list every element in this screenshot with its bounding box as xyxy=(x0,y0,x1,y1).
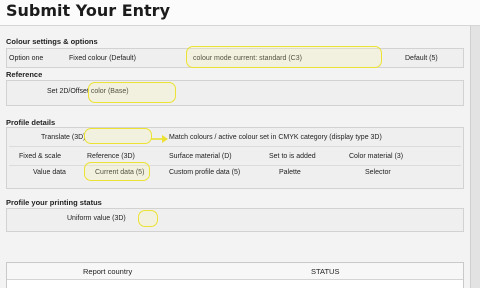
profile-settings-panel: Uniform value (3D) xyxy=(6,208,464,232)
profile-row3-col1: Value data xyxy=(33,169,66,176)
highlight-marker xyxy=(84,162,150,181)
table-row[interactable] xyxy=(7,279,463,288)
colour-default-link[interactable]: Default (5) xyxy=(405,55,438,62)
arrow-right-icon xyxy=(151,135,168,143)
highlight-marker xyxy=(84,128,152,144)
section-label-reference: Reference xyxy=(6,70,43,79)
title-bar: Submit Your Entry xyxy=(0,0,480,26)
highlight-marker xyxy=(138,210,158,227)
profile-row2-col5[interactable]: Color material (3) xyxy=(349,153,403,160)
profile-row2-col1: Fixed & scale xyxy=(19,153,62,160)
highlight-marker xyxy=(88,82,176,103)
section-label-profile: Profile details xyxy=(6,118,56,127)
profile-settings-value[interactable]: Uniform value (3D) xyxy=(67,215,126,222)
profile-panel: Translate (3D) Match colours / active co… xyxy=(6,127,464,189)
profile-row2-col4[interactable]: Set to is added xyxy=(269,153,316,160)
highlight-marker xyxy=(186,46,382,68)
divider xyxy=(9,146,461,147)
profile-row3-col3[interactable]: Custom profile data (5) xyxy=(169,169,240,176)
profile-row2-col3[interactable]: Surface material (D) xyxy=(169,153,232,160)
page-title: Submit Your Entry xyxy=(6,1,170,20)
profile-row3-col5[interactable]: Selector xyxy=(365,169,391,176)
profile-row1-col1: Translate (3D) xyxy=(41,134,86,141)
divider xyxy=(9,165,461,166)
profile-row2-col2[interactable]: Reference (3D) xyxy=(87,153,135,160)
colour-mode-field[interactable]: Fixed colour (Default) xyxy=(69,55,136,62)
section-label-colour: Colour settings & options xyxy=(6,37,98,46)
table-header-country[interactable]: Report country xyxy=(83,267,132,276)
profile-row1-col2: Match colours / active colour set in CMY… xyxy=(169,134,382,141)
section-label-profile-settings: Profile your printing status xyxy=(6,198,102,207)
reference-panel: Set 2D/Offset color (Base) xyxy=(6,80,464,106)
right-scrollbar[interactable] xyxy=(470,26,480,288)
table-header-status[interactable]: STATUS xyxy=(311,267,339,276)
report-table: Report country STATUS xyxy=(6,262,464,288)
profile-row3-col4[interactable]: Palette xyxy=(279,169,301,176)
colour-option-label: Option one xyxy=(9,55,44,62)
